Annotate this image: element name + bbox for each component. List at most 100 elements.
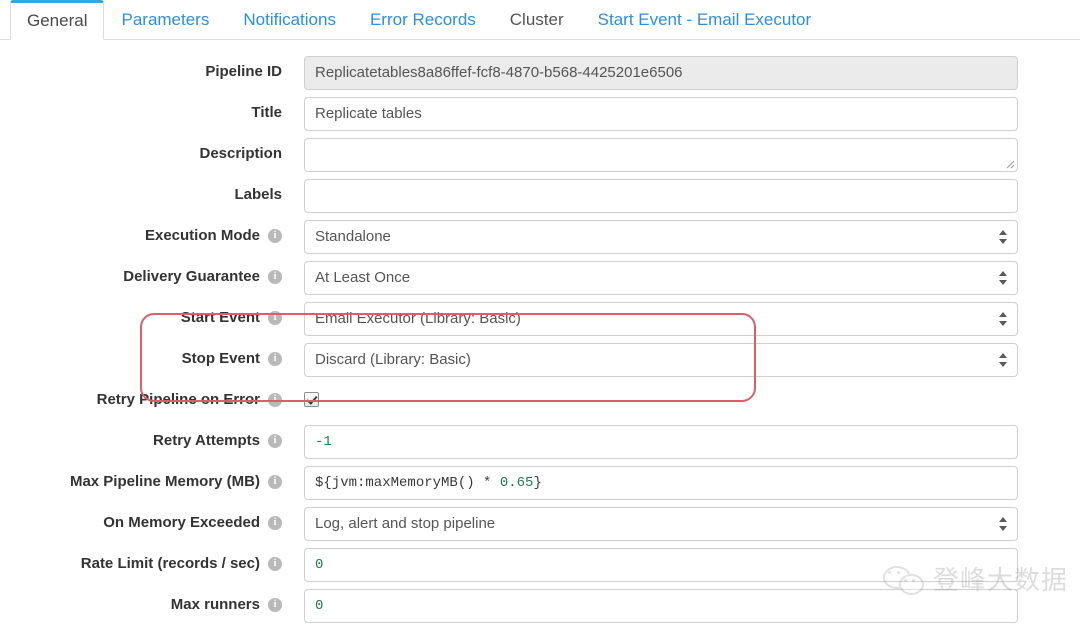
label-description-text: Description — [199, 145, 282, 162]
label-on-memory-exceeded-text: On Memory Exceeded — [103, 514, 260, 531]
field-delivery-guarantee: At Least Once — [304, 261, 1018, 295]
info-icon[interactable]: i — [268, 311, 282, 325]
field-stop-event: Discard (Library: Basic) — [304, 343, 1018, 377]
execution-mode-value: Standalone — [315, 228, 391, 245]
label-retry-attempts-text: Retry Attempts — [153, 432, 260, 449]
info-icon[interactable]: i — [268, 229, 282, 243]
tab-start-event-email-executor[interactable]: Start Event - Email Executor — [581, 0, 829, 39]
delivery-guarantee-select[interactable]: At Least Once — [304, 261, 1018, 295]
info-icon[interactable]: i — [268, 393, 282, 407]
stop-event-value: Discard (Library: Basic) — [315, 351, 471, 368]
retry-pipeline-on-error-checkbox[interactable] — [304, 392, 319, 407]
label-max-pipeline-memory: Max Pipeline Memory (MB) i — [0, 466, 282, 490]
labels-input[interactable] — [304, 179, 1018, 213]
general-settings-form: Pipeline ID Replicatetables8a86ffef-fcf8… — [0, 40, 1080, 630]
tab-start-event-email-executor-label: Start Event - Email Executor — [597, 10, 812, 29]
delivery-guarantee-value: At Least Once — [315, 269, 411, 286]
row-start-event: Start Event i Email Executor (Library: B… — [0, 302, 1080, 343]
tab-notifications[interactable]: Notifications — [226, 0, 353, 39]
start-event-select[interactable]: Email Executor (Library: Basic) — [304, 302, 1018, 336]
row-delivery-guarantee: Delivery Guarantee i At Least Once — [0, 261, 1080, 302]
label-delivery-guarantee: Delivery Guarantee i — [0, 261, 282, 285]
label-delivery-guarantee-text: Delivery Guarantee — [123, 268, 260, 285]
rate-limit-value: 0 — [315, 557, 324, 573]
tab-parameters-label: Parameters — [121, 10, 210, 29]
info-icon[interactable]: i — [268, 516, 282, 530]
label-rate-limit: Rate Limit (records / sec) i — [0, 548, 282, 572]
select-updown-icon — [999, 351, 1008, 369]
label-description: Description — [0, 138, 282, 162]
max-pipeline-memory-input[interactable]: ${jvm:maxMemoryMB() * 0.65} — [304, 466, 1018, 500]
select-updown-icon — [999, 228, 1008, 246]
row-max-pipeline-memory: Max Pipeline Memory (MB) i ${jvm:maxMemo… — [0, 466, 1080, 507]
label-max-runners-text: Max runners — [170, 596, 260, 613]
row-title: Title Replicate tables — [0, 97, 1080, 138]
label-stop-event-text: Stop Event — [181, 350, 260, 367]
rate-limit-input[interactable]: 0 — [304, 548, 1018, 582]
label-retry-pipeline-on-error-text: Retry Pipeline on Error — [96, 391, 260, 408]
label-retry-pipeline-on-error: Retry Pipeline on Error i — [0, 384, 282, 408]
resize-grip-icon — [1006, 160, 1015, 169]
field-rate-limit: 0 — [304, 548, 1018, 582]
field-retry-pipeline-on-error — [304, 384, 1018, 407]
field-pipeline-id: Replicatetables8a86ffef-fcf8-4870-b568-4… — [304, 56, 1018, 90]
info-icon[interactable]: i — [268, 475, 282, 489]
retry-attempts-value: -1 — [315, 434, 332, 450]
label-pipeline-id-text: Pipeline ID — [205, 63, 282, 80]
label-pipeline-id: Pipeline ID — [0, 56, 282, 80]
field-title: Replicate tables — [304, 97, 1018, 131]
row-labels: Labels — [0, 179, 1080, 220]
row-retry-attempts: Retry Attempts i -1 — [0, 425, 1080, 466]
tab-notifications-label: Notifications — [243, 10, 336, 29]
info-icon[interactable]: i — [268, 352, 282, 366]
tab-general-label: General — [27, 11, 88, 30]
retry-attempts-input[interactable]: -1 — [304, 425, 1018, 459]
field-max-runners: 0 — [304, 589, 1018, 623]
info-icon[interactable]: i — [268, 434, 282, 448]
label-rate-limit-text: Rate Limit (records / sec) — [80, 555, 260, 572]
row-pipeline-id: Pipeline ID Replicatetables8a86ffef-fcf8… — [0, 56, 1080, 97]
label-max-runners: Max runners i — [0, 589, 282, 613]
select-updown-icon — [999, 515, 1008, 533]
field-start-event: Email Executor (Library: Basic) — [304, 302, 1018, 336]
select-updown-icon — [999, 269, 1008, 287]
info-icon[interactable]: i — [268, 270, 282, 284]
title-input[interactable]: Replicate tables — [304, 97, 1018, 131]
info-icon[interactable]: i — [268, 598, 282, 612]
tab-error-records[interactable]: Error Records — [353, 0, 493, 39]
tab-general[interactable]: General — [10, 0, 105, 40]
start-event-value: Email Executor (Library: Basic) — [315, 310, 521, 327]
description-textarea[interactable] — [304, 138, 1018, 172]
max-pipeline-memory-prefix: ${jvm:maxMemoryMB() * — [315, 475, 500, 491]
label-title-text: Title — [251, 104, 282, 121]
stop-event-select[interactable]: Discard (Library: Basic) — [304, 343, 1018, 377]
label-labels: Labels — [0, 179, 282, 203]
label-start-event: Start Event i — [0, 302, 282, 326]
row-retry-pipeline-on-error: Retry Pipeline on Error i — [0, 384, 1080, 425]
label-max-pipeline-memory-text: Max Pipeline Memory (MB) — [69, 473, 260, 490]
tab-bar: General Parameters Notifications Error R… — [0, 0, 1080, 40]
field-on-memory-exceeded: Log, alert and stop pipeline — [304, 507, 1018, 541]
row-rate-limit: Rate Limit (records / sec) i 0 — [0, 548, 1080, 589]
label-retry-attempts: Retry Attempts i — [0, 425, 282, 449]
row-max-runners: Max runners i 0 — [0, 589, 1080, 630]
max-runners-input[interactable]: 0 — [304, 589, 1018, 623]
row-execution-mode: Execution Mode i Standalone — [0, 220, 1080, 261]
label-execution-mode-text: Execution Mode — [144, 227, 260, 244]
label-execution-mode: Execution Mode i — [0, 220, 282, 244]
execution-mode-select[interactable]: Standalone — [304, 220, 1018, 254]
max-pipeline-memory-number: 0.65 — [499, 475, 534, 491]
tab-cluster-label: Cluster — [509, 10, 564, 29]
row-stop-event: Stop Event i Discard (Library: Basic) — [0, 343, 1080, 384]
field-labels — [304, 179, 1018, 213]
info-icon[interactable]: i — [268, 557, 282, 571]
on-memory-exceeded-select[interactable]: Log, alert and stop pipeline — [304, 507, 1018, 541]
select-updown-icon — [999, 310, 1008, 328]
tab-cluster[interactable]: Cluster — [493, 0, 581, 39]
max-pipeline-memory-suffix: } — [533, 475, 542, 491]
row-on-memory-exceeded: On Memory Exceeded i Log, alert and stop… — [0, 507, 1080, 548]
tab-parameters[interactable]: Parameters — [104, 0, 226, 39]
field-max-pipeline-memory: ${jvm:maxMemoryMB() * 0.65} — [304, 466, 1018, 500]
pipeline-id-input: Replicatetables8a86ffef-fcf8-4870-b568-4… — [304, 56, 1018, 90]
field-description — [304, 138, 1018, 172]
